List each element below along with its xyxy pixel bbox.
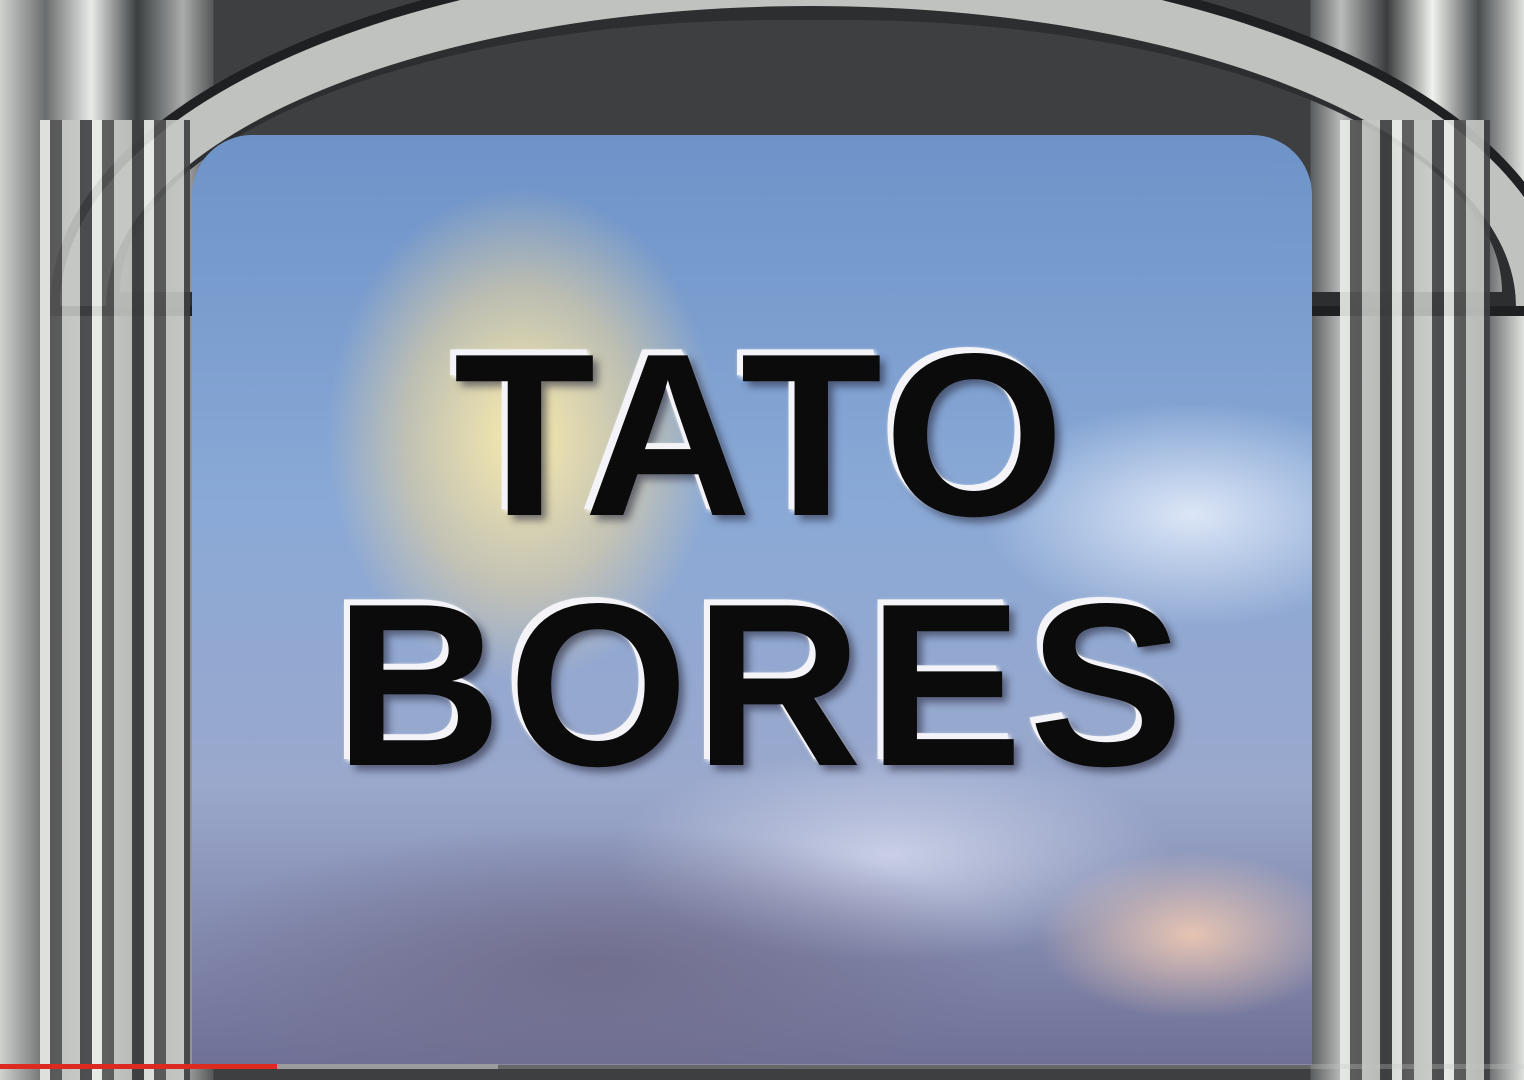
video-progress-bar[interactable] — [0, 1064, 1524, 1069]
title-line-2: BORES — [334, 556, 1190, 815]
played-bar — [0, 1064, 278, 1069]
title-line-1: TATO — [453, 306, 1071, 565]
video-frame[interactable]: TATO BORES — [0, 0, 1524, 1080]
